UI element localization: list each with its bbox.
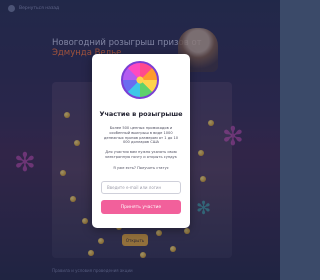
fortune-wheel-icon	[121, 61, 159, 99]
participate-button[interactable]: Принять участие	[101, 200, 181, 214]
modal-instructions: Для участия вам нужно указать свою элект…	[105, 150, 177, 159]
email-input[interactable]	[101, 181, 181, 194]
participation-modal: Участие в розыгрыше Более 500 ценных про…	[92, 54, 190, 228]
modal-status-link[interactable]: Я уже есть? Получить статус	[101, 166, 181, 171]
modal-description: Более 500 ценных промокодов и особенный …	[103, 126, 179, 145]
modal-title: Участие в розыгрыше	[99, 110, 183, 118]
